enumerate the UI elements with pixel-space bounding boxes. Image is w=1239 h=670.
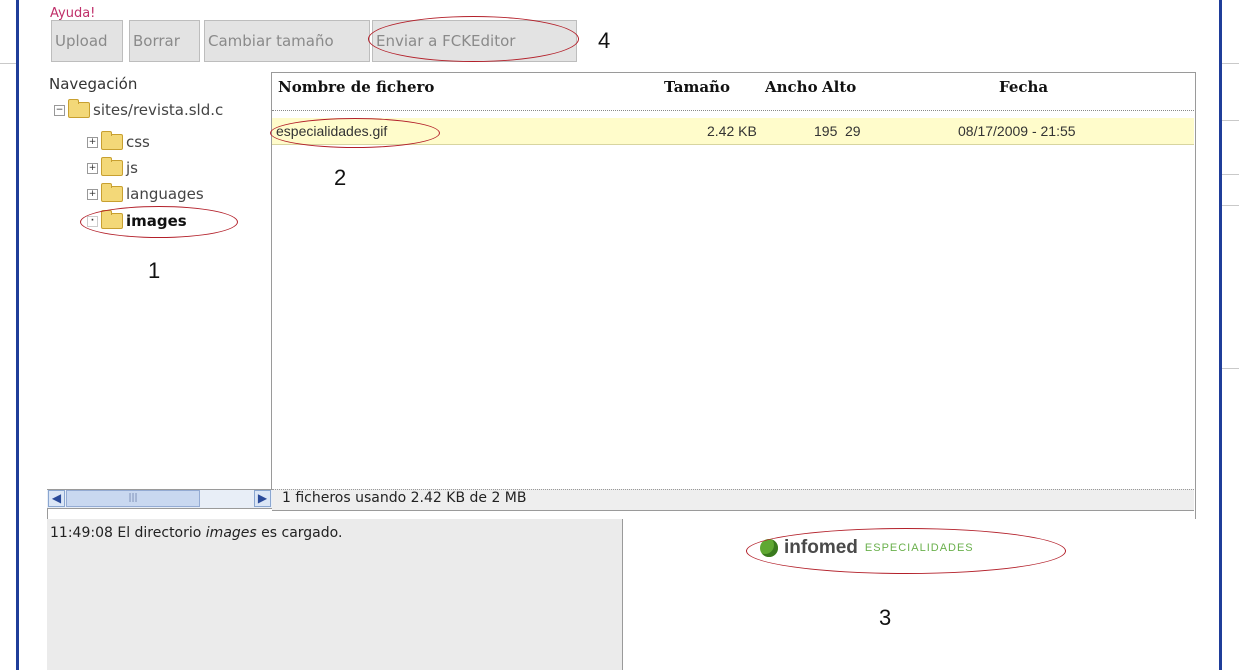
- page-right-border: [1219, 0, 1222, 670]
- annotation-number: 1: [148, 258, 161, 283]
- tree-item-js[interactable]: + js: [87, 157, 138, 177]
- tree-root-label: sites/revista.sld.c: [93, 101, 224, 119]
- annotation-oval: [80, 206, 238, 238]
- resize-button[interactable]: Cambiar tamaño: [204, 20, 370, 62]
- navigation-title: Navegación: [49, 75, 138, 93]
- file-date: 08/17/2009 - 21:55: [958, 123, 1076, 139]
- tree-item-css[interactable]: + css: [87, 131, 150, 151]
- folder-icon: [101, 131, 123, 150]
- divider: [1222, 368, 1239, 369]
- collapse-icon[interactable]: −: [54, 104, 65, 116]
- delete-button[interactable]: Borrar: [129, 20, 200, 62]
- annotation-number: 2: [334, 165, 347, 190]
- header-divider: [272, 110, 1194, 111]
- divider: [0, 63, 16, 64]
- log-text-start: El directorio: [117, 525, 202, 541]
- expand-icon[interactable]: +: [87, 162, 98, 174]
- tree-item-label: css: [126, 133, 150, 151]
- page-left-border: [16, 0, 19, 670]
- file-size: 2.42 KB: [707, 123, 757, 139]
- annotation-number: 3: [879, 605, 892, 630]
- file-height: 29: [845, 123, 861, 139]
- folder-icon: [68, 99, 90, 118]
- help-link[interactable]: Ayuda!: [50, 6, 95, 21]
- scrollbar-thumb[interactable]: |||: [66, 490, 200, 507]
- tree-root[interactable]: − sites/revista.sld.c: [54, 99, 224, 119]
- tree-item-languages[interactable]: + languages: [87, 183, 204, 203]
- divider: [1222, 63, 1239, 64]
- expand-icon[interactable]: +: [87, 136, 98, 148]
- file-width: 195: [814, 123, 838, 139]
- column-header-width[interactable]: Ancho: [765, 78, 818, 96]
- folder-icon: [101, 157, 123, 176]
- log-time: 11:49:08: [50, 525, 113, 541]
- scroll-left-icon[interactable]: ◀: [48, 490, 65, 507]
- column-header-name[interactable]: Nombre de fichero: [278, 78, 434, 96]
- log-text-end: es cargado.: [261, 525, 343, 541]
- log-panel: [47, 519, 622, 670]
- expand-icon[interactable]: +: [87, 188, 98, 200]
- log-directory: images: [205, 525, 257, 541]
- log-message: 11:49:08 El directorio images es cargado…: [50, 525, 342, 541]
- status-text: 1 ficheros usando 2.42 KB de 2 MB: [282, 490, 527, 506]
- divider: [1222, 174, 1239, 175]
- annotation-oval: [746, 528, 1066, 574]
- scroll-right-icon[interactable]: ▶: [254, 490, 271, 507]
- tree-item-label: languages: [126, 185, 204, 203]
- upload-button[interactable]: Upload: [51, 20, 123, 62]
- column-header-date[interactable]: Fecha: [999, 78, 1048, 96]
- annotation-oval: [368, 16, 579, 62]
- column-header-height[interactable]: Alto: [822, 78, 856, 96]
- annotation-oval: [270, 118, 440, 148]
- divider: [1222, 120, 1239, 121]
- annotation-number: 4: [598, 28, 611, 53]
- tree-item-label: js: [126, 159, 138, 177]
- column-header-size[interactable]: Tamaño: [664, 78, 730, 96]
- folder-icon: [101, 183, 123, 202]
- divider: [1222, 205, 1239, 206]
